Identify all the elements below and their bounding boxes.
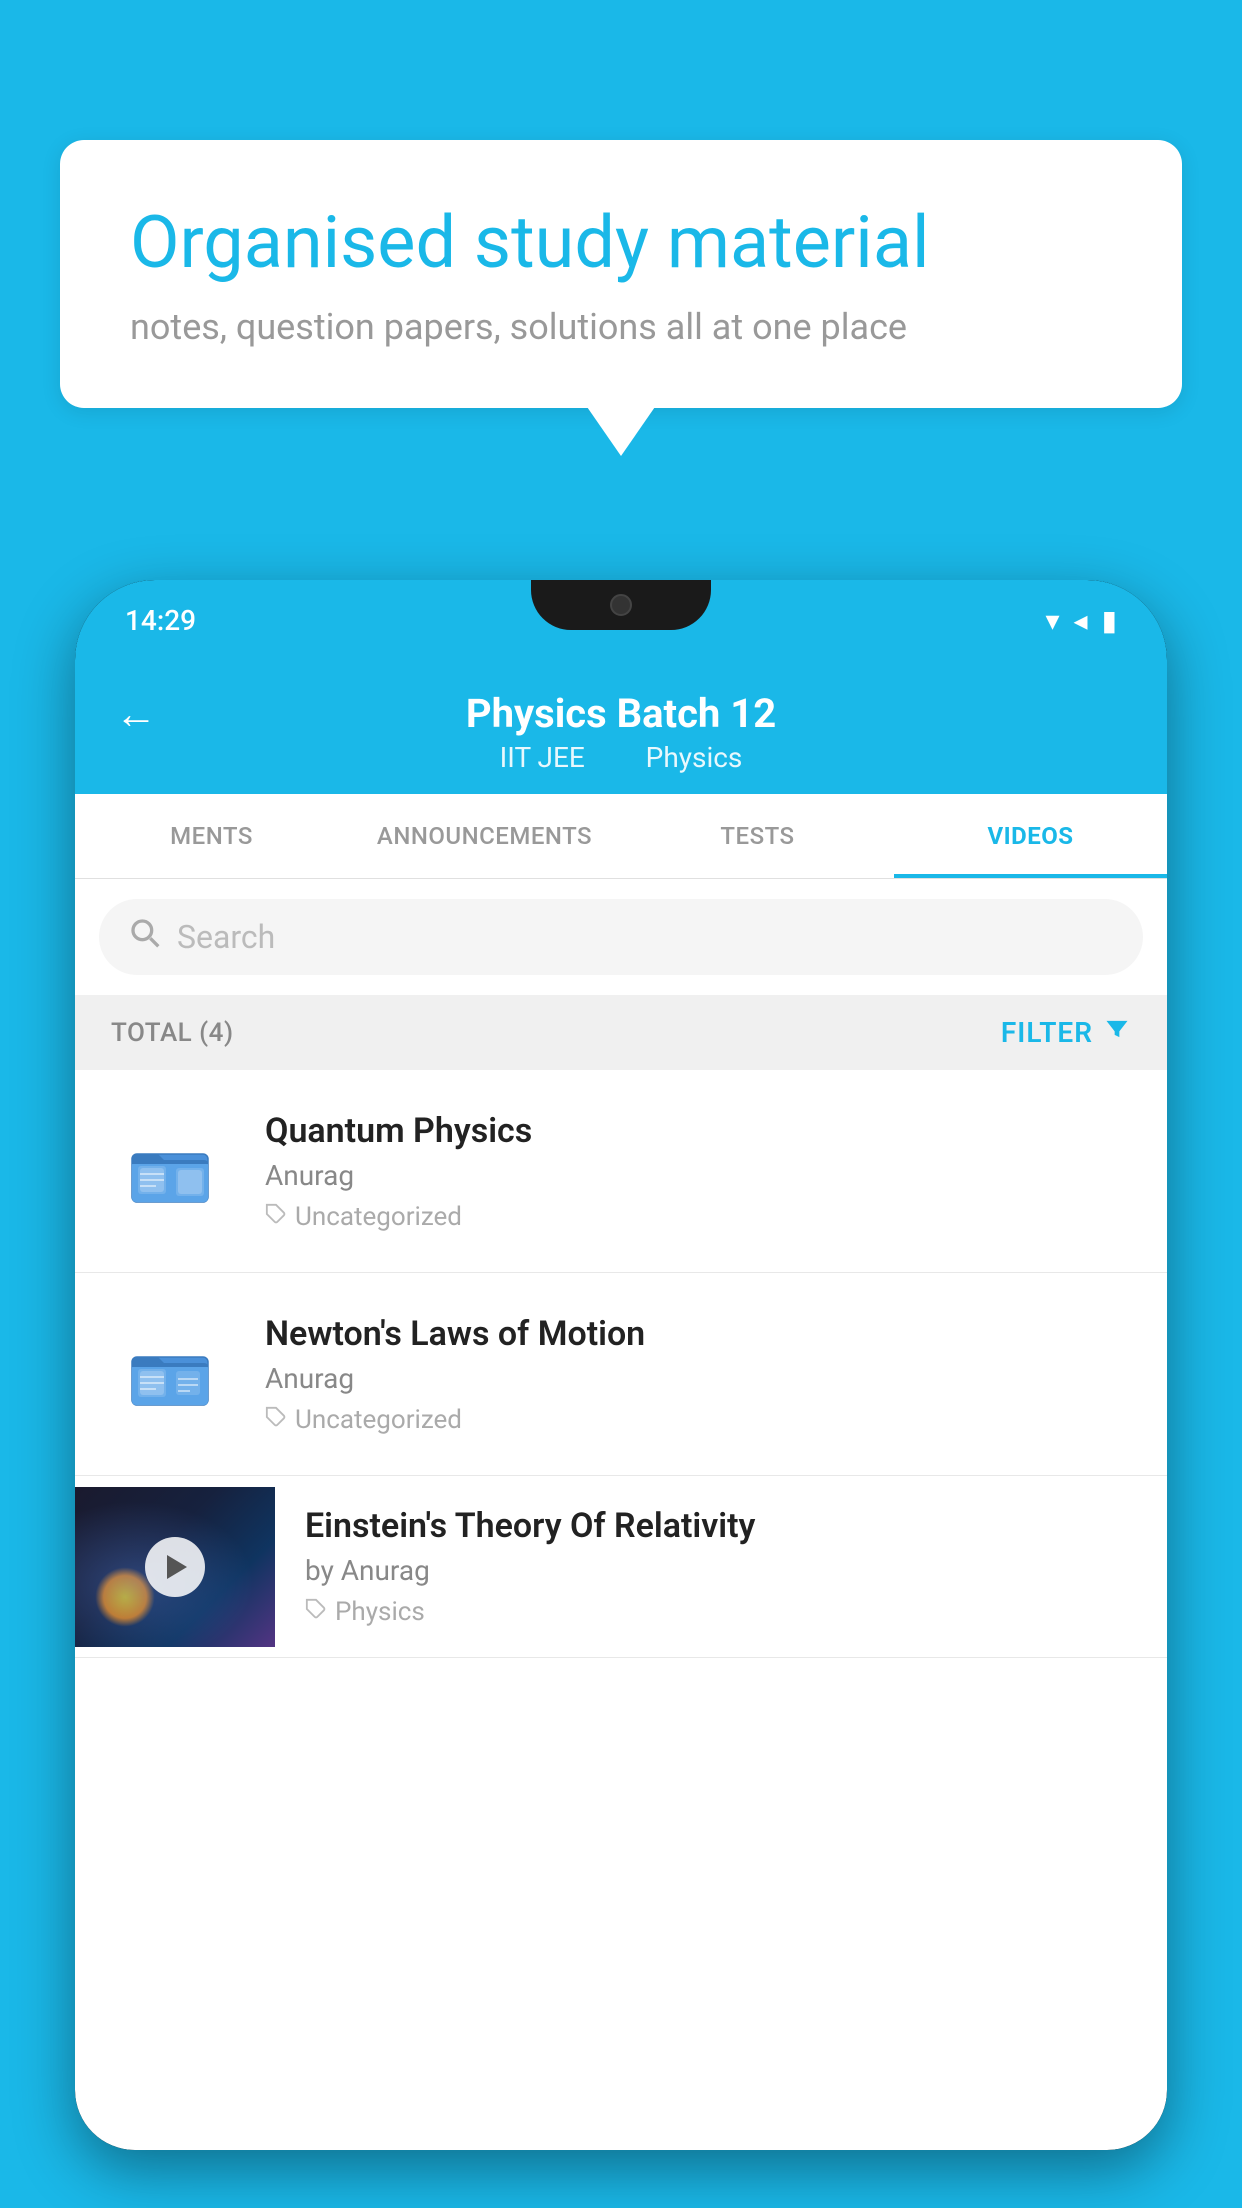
bubble-title: Organised study material bbox=[130, 200, 1112, 286]
tag-icon-2 bbox=[265, 1405, 287, 1435]
tab-announcements[interactable]: ANNOUNCEMENTS bbox=[348, 794, 621, 878]
total-count: TOTAL (4) bbox=[111, 1018, 234, 1048]
battery-icon: ▮ bbox=[1102, 604, 1117, 637]
phone-container: 14:29 ▾ ◂ ▮ ← Physics Batch 12 IIT JEE P… bbox=[75, 580, 1167, 2208]
filter-bar: TOTAL (4) FILTER bbox=[75, 995, 1167, 1070]
video-list: Quantum Physics Anurag Uncategorized bbox=[75, 1070, 1167, 1658]
wifi-icon: ▾ bbox=[1045, 604, 1059, 637]
video-item-1[interactable]: Quantum Physics Anurag Uncategorized bbox=[75, 1070, 1167, 1273]
filter-icon bbox=[1103, 1015, 1131, 1050]
video-tag-3: Physics bbox=[305, 1597, 1137, 1627]
tag-icon-1 bbox=[265, 1202, 287, 1232]
video-thumb-1 bbox=[105, 1106, 235, 1236]
app-header: ← Physics Batch 12 IIT JEE Physics bbox=[75, 660, 1167, 794]
video-title-1: Quantum Physics bbox=[265, 1111, 1137, 1151]
subtitle-separator bbox=[612, 741, 626, 774]
play-triangle bbox=[167, 1555, 187, 1579]
app-title: Physics Batch 12 bbox=[466, 690, 776, 737]
back-button[interactable]: ← bbox=[115, 690, 157, 739]
search-icon bbox=[129, 917, 161, 957]
video-info-2: Newton's Laws of Motion Anurag Uncategor… bbox=[265, 1314, 1137, 1435]
status-icons: ▾ ◂ ▮ bbox=[1045, 604, 1117, 637]
search-placeholder: Search bbox=[177, 918, 275, 956]
search-bar-wrapper: Search bbox=[75, 879, 1167, 995]
video-info-1: Quantum Physics Anurag Uncategorized bbox=[265, 1111, 1137, 1232]
video-thumb-2 bbox=[105, 1309, 235, 1439]
filter-button[interactable]: FILTER bbox=[1001, 1015, 1131, 1050]
folder-icon-2 bbox=[130, 1339, 210, 1409]
video-title-2: Newton's Laws of Motion bbox=[265, 1314, 1137, 1354]
video-author-2: Anurag bbox=[265, 1362, 1137, 1395]
phone-frame: 14:29 ▾ ◂ ▮ ← Physics Batch 12 IIT JEE P… bbox=[75, 580, 1167, 2150]
speech-bubble: Organised study material notes, question… bbox=[60, 140, 1182, 408]
tag-icon-3 bbox=[305, 1597, 327, 1627]
video-author-3: by Anurag bbox=[305, 1554, 1137, 1587]
subtitle-part1: IIT JEE bbox=[500, 741, 585, 774]
tab-tests[interactable]: TESTS bbox=[621, 794, 894, 878]
camera bbox=[610, 594, 632, 616]
tab-videos[interactable]: VIDEOS bbox=[894, 794, 1167, 878]
tab-ments[interactable]: MENTS bbox=[75, 794, 348, 878]
search-bar[interactable]: Search bbox=[99, 899, 1143, 975]
tab-bar: MENTS ANNOUNCEMENTS TESTS VIDEOS bbox=[75, 794, 1167, 879]
phone-inner: ← Physics Batch 12 IIT JEE Physics MENTS… bbox=[75, 660, 1167, 2150]
video-title-3: Einstein's Theory Of Relativity bbox=[305, 1506, 1137, 1546]
filter-label: FILTER bbox=[1001, 1016, 1093, 1049]
play-button-3[interactable] bbox=[145, 1537, 205, 1597]
subtitle-part2: Physics bbox=[646, 741, 743, 774]
speech-bubble-section: Organised study material notes, question… bbox=[60, 140, 1182, 408]
video-item-2[interactable]: Newton's Laws of Motion Anurag Uncategor… bbox=[75, 1273, 1167, 1476]
video-author-1: Anurag bbox=[265, 1159, 1137, 1192]
bubble-subtitle: notes, question papers, solutions all at… bbox=[130, 306, 1112, 348]
folder-icon-1 bbox=[130, 1136, 210, 1206]
video-item-3[interactable]: Einstein's Theory Of Relativity by Anura… bbox=[75, 1476, 1167, 1658]
video-tag-2: Uncategorized bbox=[265, 1405, 1137, 1435]
status-bar: 14:29 ▾ ◂ ▮ bbox=[75, 580, 1167, 660]
status-time: 14:29 bbox=[125, 604, 196, 637]
notch bbox=[531, 580, 711, 630]
app-subtitle: IIT JEE Physics bbox=[490, 741, 753, 774]
thumbnail-3 bbox=[75, 1487, 275, 1647]
video-tag-1: Uncategorized bbox=[265, 1202, 1137, 1232]
video-info-3: Einstein's Theory Of Relativity by Anura… bbox=[305, 1476, 1137, 1657]
signal-icon: ◂ bbox=[1074, 604, 1088, 637]
